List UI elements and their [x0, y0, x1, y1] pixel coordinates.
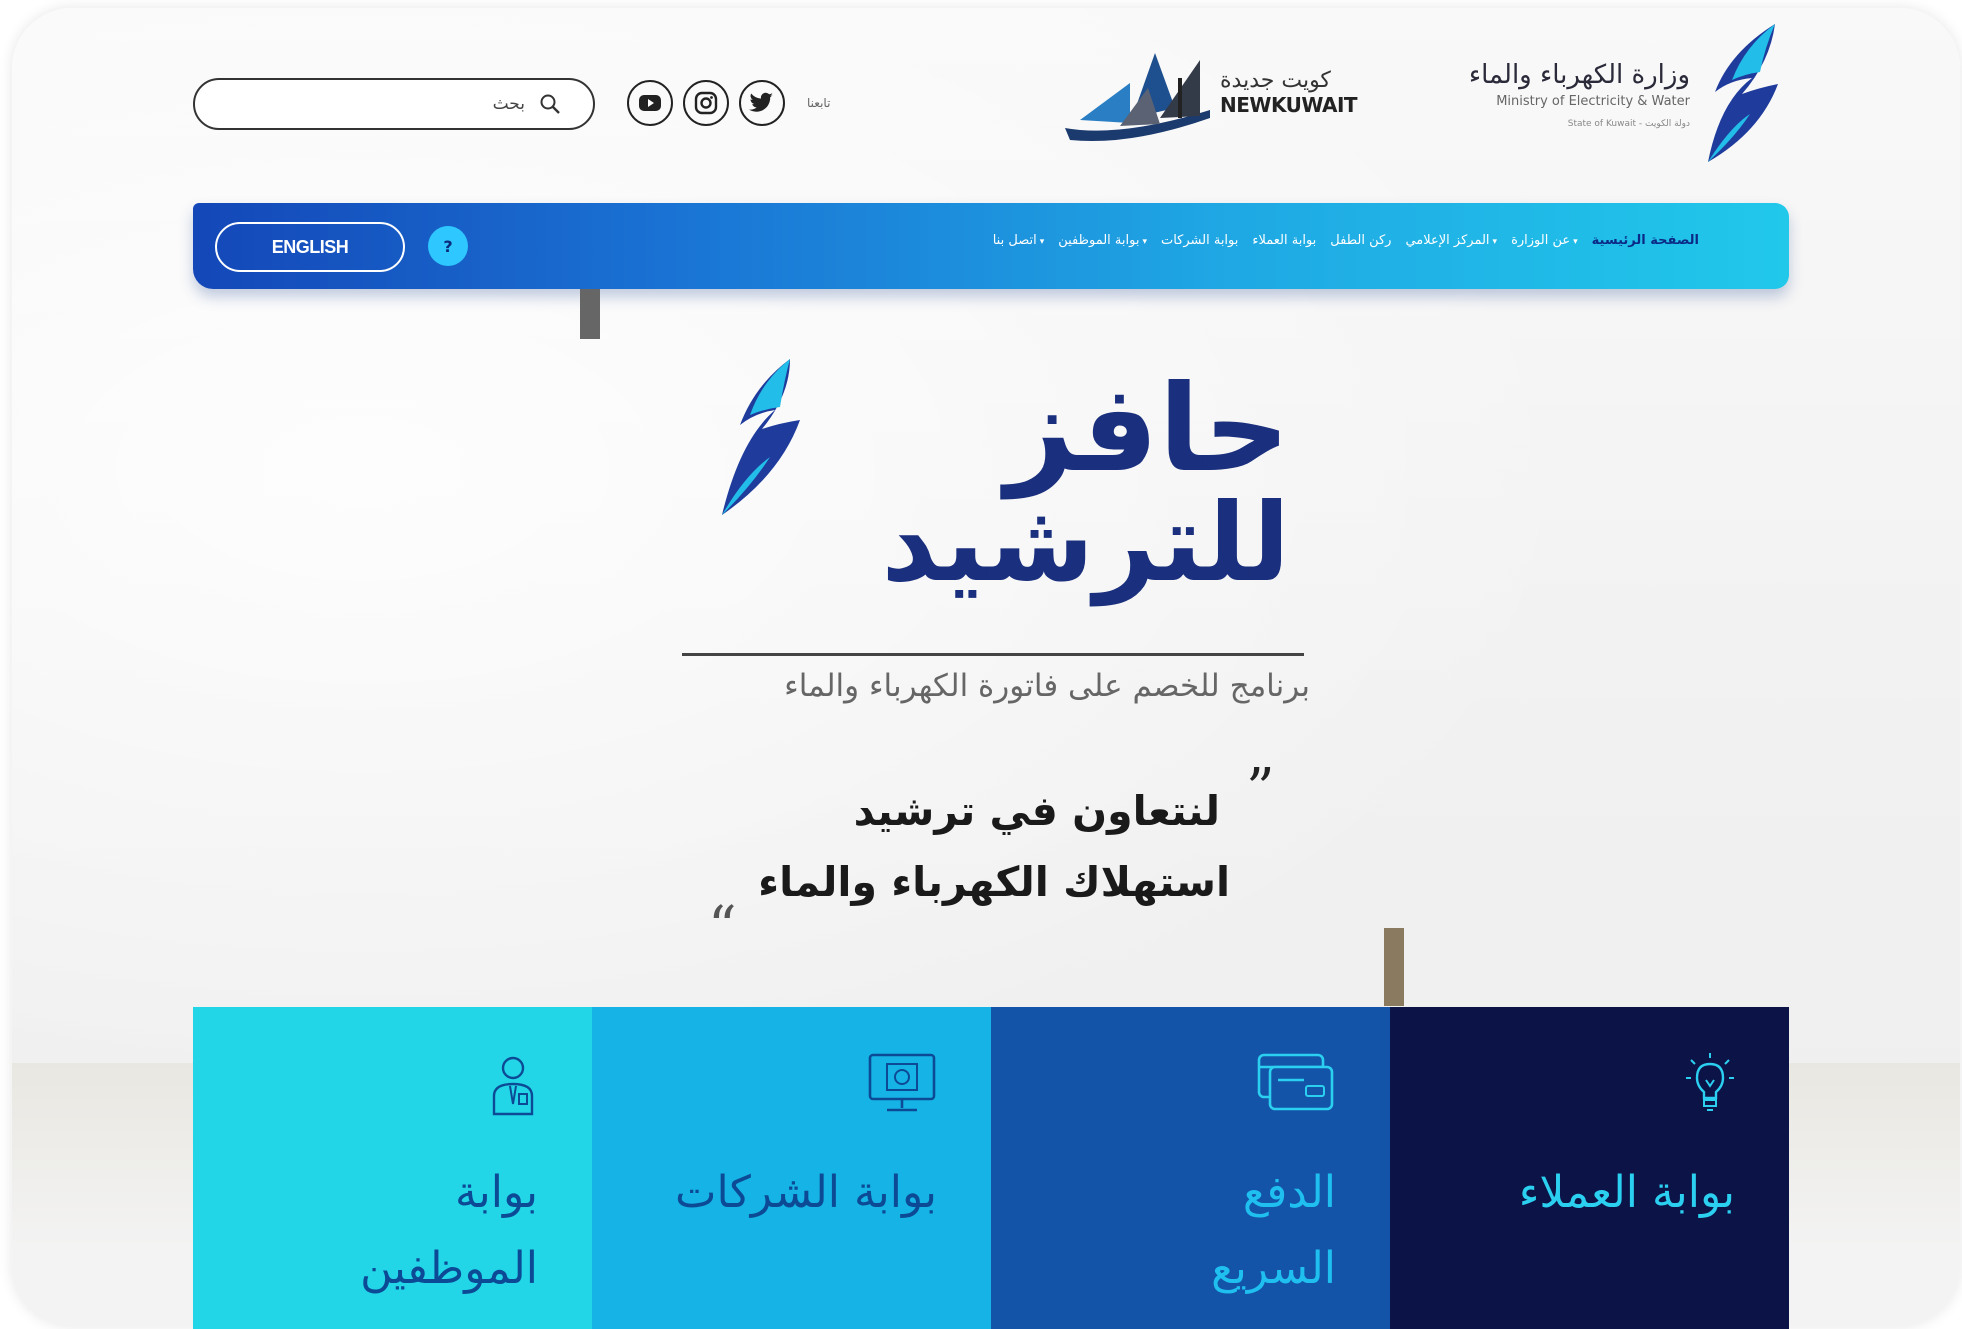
tile-companies-label: بوابة الشركات — [675, 1167, 937, 1218]
nav-item-customers-portal[interactable]: بوابة العملاء — [1252, 233, 1316, 248]
employee-icon — [488, 1052, 538, 1120]
ministry-name-english: Ministry of Electricity & Water — [1496, 94, 1690, 109]
ministry-logo-text[interactable]: وزارة الكهرباء والماء Ministry of Electr… — [1410, 60, 1690, 129]
hero-slogan-line2: استهلاك الكهرباء والماء — [758, 858, 1230, 906]
hero-subtitle: برنامج للخصم على فاتورة الكهرباء والماء — [784, 668, 1310, 704]
social-links: تابعنا — [627, 80, 830, 126]
ministry-logo-icon[interactable] — [1690, 22, 1790, 176]
nav-item-contact[interactable]: اتصل بنا ▾ — [993, 233, 1045, 248]
nav-item-media-center[interactable]: المركز الإعلامي ▾ — [1405, 233, 1497, 248]
decorative-post — [580, 289, 600, 339]
lightbulb-icon — [1685, 1052, 1735, 1118]
hero-title-line1: حافز — [1005, 360, 1290, 499]
search-icon[interactable] — [539, 93, 561, 115]
tile-quick-payment[interactable]: الدفع السريع — [991, 1007, 1390, 1329]
ministry-name-arabic: وزارة الكهرباء والماء — [1468, 60, 1690, 90]
newkuwait-arabic: كويت جديدة — [1220, 68, 1331, 93]
decorative-post — [1384, 928, 1404, 1006]
tile-label-line: بوابة — [454, 1167, 538, 1218]
tile-customers-portal[interactable]: بوابة العملاء — [1390, 1007, 1789, 1329]
hero-divider — [682, 653, 1304, 656]
twitter-icon[interactable] — [739, 80, 785, 126]
nav-item-about[interactable]: عن الوزارة ▾ — [1511, 233, 1578, 248]
newkuwait-emblem-icon — [1065, 53, 1210, 142]
hero-slogan-line1: لنتعاون في ترشيد — [853, 787, 1220, 835]
help-icon[interactable]: ? — [428, 226, 468, 266]
main-navbar: ENGLISH ? الصفحة الرئيسية عن الوزارة ▾ ال… — [193, 203, 1789, 289]
tile-payment-label: الدفع السريع — [1016, 1155, 1336, 1307]
nav-item-home[interactable]: الصفحة الرئيسية — [1592, 233, 1699, 248]
english-language-button[interactable]: ENGLISH — [215, 222, 405, 272]
portal-tiles: بوابة الموظفين بوابة الشركات الدفع السري… — [193, 1007, 1789, 1329]
follow-us-label: تابعنا — [807, 96, 831, 110]
nav-item-kids-corner[interactable]: ركن الطفل — [1330, 233, 1391, 248]
instagram-icon[interactable] — [683, 80, 729, 126]
tile-label-line: الدفع — [1242, 1167, 1336, 1218]
ministry-state-label: State of Kuwait - دولة الكويت — [1567, 119, 1690, 129]
tile-label-line: السريع — [1211, 1243, 1336, 1294]
chevron-down-icon: ▾ — [1039, 237, 1045, 247]
search-input[interactable]: بحث — [193, 78, 595, 130]
chevron-down-icon: ▾ — [1492, 237, 1498, 247]
tile-companies-portal[interactable]: بوابة الشركات — [592, 1007, 991, 1329]
nav-item-companies-portal[interactable]: بوابة الشركات — [1161, 233, 1238, 248]
tile-customers-label: بوابة العملاء — [1518, 1167, 1735, 1218]
hero-title-line2: للترشيد — [881, 481, 1290, 606]
quote-close-icon: “ — [708, 895, 737, 960]
tile-employees-portal[interactable]: بوابة الموظفين — [193, 1007, 592, 1329]
chevron-down-icon: ▾ — [1142, 237, 1147, 247]
nav-menu: الصفحة الرئيسية عن الوزارة ▾ المركز الإعل… — [993, 233, 1699, 248]
quote-open-icon: ” — [1246, 757, 1275, 822]
newkuwait-latin: NEWKUWAIT — [1220, 93, 1358, 117]
tile-label-line: الموظفين — [360, 1243, 538, 1294]
credit-card-icon — [1256, 1052, 1336, 1116]
search-label: بحث — [492, 94, 525, 114]
chevron-down-icon: ▾ — [1573, 237, 1578, 247]
newkuwait-logo[interactable]: كويت جديدة NEWKUWAIT — [1060, 48, 1360, 148]
monitor-icon — [867, 1052, 937, 1118]
newkuwait-text: كويت جديدة NEWKUWAIT — [1220, 68, 1358, 117]
tile-employees-label: بوابة الموظفين — [218, 1155, 538, 1307]
nav-item-employees-portal[interactable]: بوابة الموظفين ▾ — [1058, 233, 1147, 248]
youtube-icon[interactable] — [627, 80, 673, 126]
